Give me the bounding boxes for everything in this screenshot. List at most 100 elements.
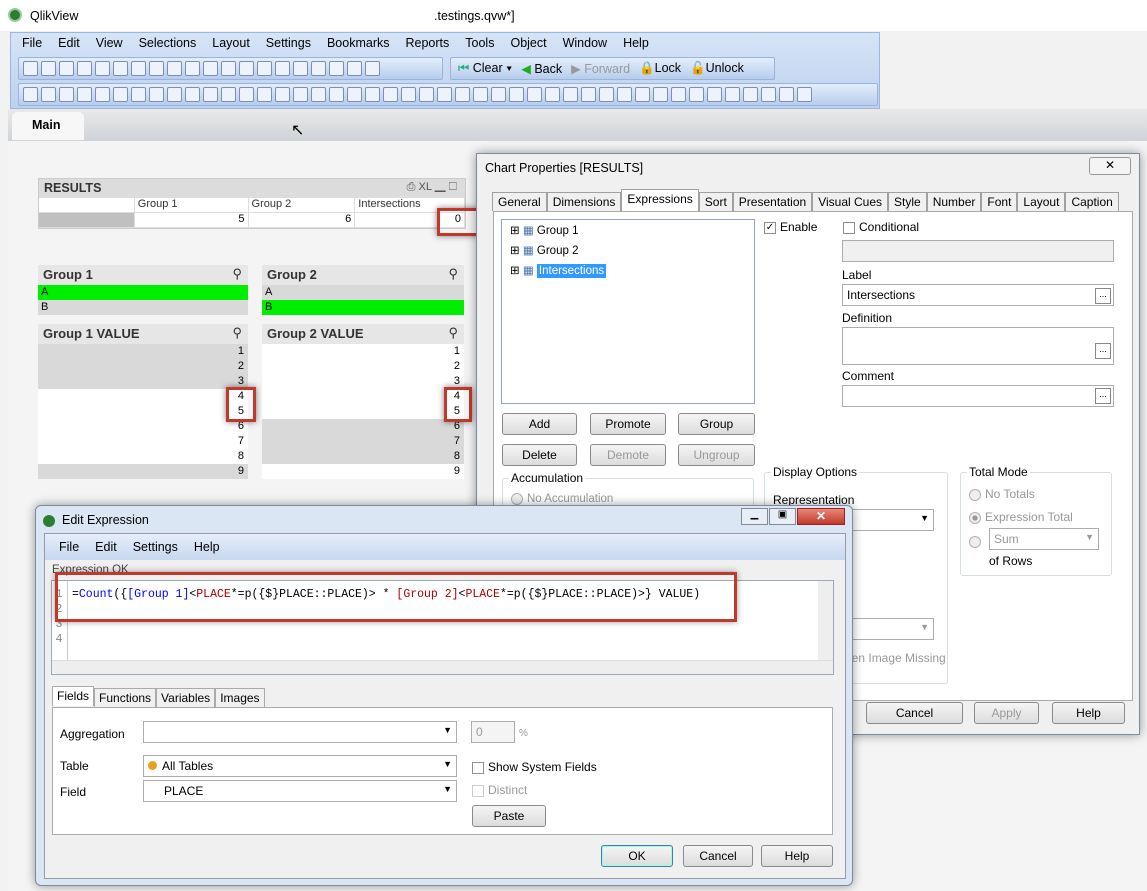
results-table[interactable]: RESULTS ⎙ XL ▁ ☐ Group 1 Group 2 Intersect… xyxy=(38,178,466,229)
table-dropdown[interactable]: All Tables ▼ xyxy=(143,755,457,777)
toolbar-icon[interactable] xyxy=(167,87,182,102)
demote-button[interactable]: Demote xyxy=(590,444,666,466)
help-button[interactable]: Help xyxy=(1052,702,1125,724)
toolbar-icon[interactable] xyxy=(365,87,380,102)
toolbar-icon[interactable] xyxy=(347,87,362,102)
toolbar-icon[interactable] xyxy=(275,87,290,102)
menu-edit[interactable]: Edit xyxy=(50,36,88,50)
toolbar-icon[interactable] xyxy=(329,61,344,76)
toolbar-icon[interactable] xyxy=(293,61,308,76)
toolbar-icon[interactable] xyxy=(59,61,74,76)
conditional-checkbox[interactable]: Conditional xyxy=(843,220,919,234)
search-icon[interactable]: ⚲ xyxy=(232,325,242,341)
expression-tree-item[interactable]: ⊞ ▦ Group 1 xyxy=(502,220,754,240)
expression-tree-item[interactable]: ⊞ ▦ Intersections xyxy=(502,260,754,280)
horizontal-scrollbar[interactable] xyxy=(52,660,833,674)
tab-sort[interactable]: Sort xyxy=(698,192,733,211)
menu-settings[interactable]: Settings xyxy=(258,36,319,50)
listbox-item[interactable]: A xyxy=(38,285,248,300)
paste-button[interactable]: Paste xyxy=(472,805,546,827)
toolbar-icon[interactable] xyxy=(131,87,146,102)
aggregation-dropdown[interactable]: ▼ xyxy=(143,721,457,743)
add-button[interactable]: Add xyxy=(502,413,577,435)
toolbar-icon[interactable] xyxy=(23,61,38,76)
toolbar-icon[interactable] xyxy=(221,61,236,76)
listbox-item[interactable]: B xyxy=(38,300,248,315)
toolbar-icon[interactable] xyxy=(293,87,308,102)
toolbar-icon[interactable] xyxy=(635,87,650,102)
conditional-input[interactable] xyxy=(842,240,1114,262)
listbox-item[interactable]: 8 xyxy=(38,449,248,464)
field-dropdown[interactable]: PLACE ▼ xyxy=(143,780,457,802)
listbox-item[interactable]: 7 xyxy=(38,434,248,449)
toolbar-icon[interactable] xyxy=(797,87,812,102)
distinct-checkbox[interactable]: Distinct xyxy=(472,783,527,797)
unlock-button[interactable]: 🔓Unlock xyxy=(687,61,747,76)
tab-functions[interactable]: Functions xyxy=(94,688,157,707)
menu-selections[interactable]: Selections xyxy=(131,36,205,50)
expand-icon[interactable]: ⊞ xyxy=(510,245,523,257)
delete-button[interactable]: Delete xyxy=(502,444,577,466)
tab-presentation[interactable]: Presentation xyxy=(732,192,813,211)
toolbar-icon[interactable] xyxy=(311,61,326,76)
back-button[interactable]: ◀ Back xyxy=(518,61,565,76)
tab-number[interactable]: Number xyxy=(926,192,982,211)
comment-expression-button[interactable]: ... xyxy=(1095,388,1111,404)
listbox-item[interactable]: 8 xyxy=(262,449,464,464)
minimize-button[interactable]: ▁ xyxy=(741,508,768,525)
cancel-button[interactable]: Cancel xyxy=(683,845,753,867)
listbox-item[interactable]: 3 xyxy=(38,374,248,389)
enable-checkbox[interactable]: ✓ Enable xyxy=(764,220,817,234)
toolbar-icon[interactable] xyxy=(149,87,164,102)
menu-settings[interactable]: Settings xyxy=(125,540,186,554)
toolbar-icon[interactable] xyxy=(23,87,38,102)
toolbar-icon[interactable] xyxy=(725,87,740,102)
toolbar-icon[interactable] xyxy=(401,87,416,102)
toolbar-icon[interactable] xyxy=(203,87,218,102)
toolbar-icon[interactable] xyxy=(239,61,254,76)
tab-main[interactable]: Main xyxy=(12,112,84,140)
representation-dropdown[interactable]: ▼ xyxy=(850,509,934,531)
minimize-icon[interactable]: ▁ xyxy=(435,181,446,193)
search-icon[interactable]: ⚲ xyxy=(448,266,458,282)
lock-button[interactable]: 🔒Lock xyxy=(636,61,684,76)
tab-visual-cues[interactable]: Visual Cues xyxy=(812,192,889,211)
toolbar-icon[interactable] xyxy=(95,61,110,76)
excel-export-button[interactable]: XL xyxy=(419,181,432,193)
toolbar-icon[interactable] xyxy=(329,87,344,102)
apply-button[interactable]: Apply xyxy=(974,702,1039,724)
menu-view[interactable]: View xyxy=(88,36,131,50)
listbox-item[interactable]: B xyxy=(262,300,464,315)
sum-of-rows-radio[interactable] xyxy=(969,534,985,548)
toolbar-icon[interactable] xyxy=(185,87,200,102)
toolbar-icon[interactable] xyxy=(779,87,794,102)
toolbar-icon[interactable] xyxy=(437,87,452,102)
toolbar-icon[interactable] xyxy=(221,87,236,102)
toolbar-icon[interactable] xyxy=(419,87,434,102)
toolbar-icon[interactable] xyxy=(527,87,542,102)
maximize-button[interactable]: ▣ xyxy=(769,508,796,525)
expand-icon[interactable]: ⊞ xyxy=(510,265,523,277)
tab-layout[interactable]: Layout xyxy=(1017,192,1066,211)
listbox-item[interactable]: 5 xyxy=(262,404,464,419)
help-button[interactable]: Help xyxy=(761,845,833,867)
close-button[interactable]: ✕ xyxy=(797,508,845,525)
toolbar-icon[interactable] xyxy=(41,87,56,102)
tab-variables[interactable]: Variables xyxy=(156,688,216,707)
toolbar-icon[interactable] xyxy=(509,87,524,102)
ungroup-button[interactable]: Ungroup xyxy=(678,444,755,466)
menu-help[interactable]: Help xyxy=(186,540,228,554)
search-icon[interactable]: ⚲ xyxy=(232,266,242,282)
toolbar-icon[interactable] xyxy=(41,61,56,76)
toolbar-icon[interactable] xyxy=(455,87,470,102)
group-button[interactable]: Group xyxy=(678,413,755,435)
toolbar-icon[interactable] xyxy=(563,87,578,102)
toolbar-icon[interactable] xyxy=(239,87,254,102)
listbox-item[interactable]: A xyxy=(262,285,464,300)
toolbar-icon[interactable] xyxy=(383,87,398,102)
tab-fields[interactable]: Fields xyxy=(52,686,95,706)
expression-tree-item[interactable]: ⊞ ▦ Group 2 xyxy=(502,240,754,260)
tab-dimensions[interactable]: Dimensions xyxy=(546,192,622,211)
percent-input[interactable]: 0 xyxy=(471,721,515,743)
toolbar-icon[interactable] xyxy=(689,87,704,102)
